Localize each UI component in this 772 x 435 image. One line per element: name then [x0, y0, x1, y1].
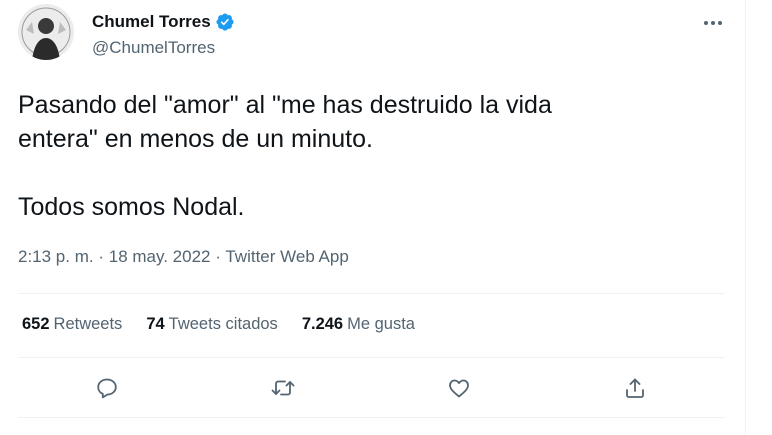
quote-tweets-count: 74	[146, 315, 165, 333]
divider	[18, 357, 725, 358]
likes-count: 7.246	[301, 315, 344, 333]
retweets-label: Retweets	[53, 315, 123, 333]
handle[interactable]: @ChumelTorres	[92, 38, 215, 58]
quote-tweets-stat[interactable]: 74 Tweets citados	[146, 315, 278, 334]
divider	[18, 293, 725, 294]
likes-stat[interactable]: 7.246 Me gusta	[302, 315, 415, 334]
likes-label: Me gusta	[347, 315, 415, 333]
tweet-date[interactable]: 18 may. 2022	[109, 247, 211, 266]
like-button[interactable]	[444, 373, 474, 403]
share-button[interactable]	[620, 373, 650, 403]
retweet-button[interactable]	[268, 373, 298, 403]
more-options-button[interactable]	[698, 8, 728, 38]
retweets-count: 652	[22, 315, 50, 333]
avatar-image	[18, 4, 74, 60]
like-icon	[449, 379, 469, 398]
verified-badge-icon	[216, 13, 234, 31]
reply-button[interactable]	[92, 373, 122, 403]
retweet-icon	[271, 380, 295, 396]
tweet-text: Pasando del "amor" al "me has destruido …	[18, 91, 552, 221]
retweets-stat[interactable]: 652 Retweets	[22, 315, 122, 334]
engagement-stats: 652 Retweets 74 Tweets citados 7.246 Me …	[22, 315, 439, 334]
display-name[interactable]: Chumel Torres	[92, 12, 211, 32]
more-icon	[704, 21, 722, 25]
divider	[18, 417, 725, 418]
tweet-actions	[0, 373, 745, 403]
share-icon	[626, 378, 644, 398]
quote-tweets-label: Tweets citados	[168, 315, 278, 333]
avatar[interactable]	[18, 4, 74, 60]
column-border	[745, 0, 746, 435]
tweet-meta: 2:13 p. m. · 18 may. 2022 · Twitter Web …	[18, 247, 349, 267]
tweet-time[interactable]: 2:13 p. m.	[18, 247, 94, 266]
tweet-source[interactable]: Twitter Web App	[225, 247, 348, 266]
author-name-row: Chumel Torres	[92, 12, 235, 32]
meta-separator: ·	[215, 247, 221, 266]
reply-icon	[97, 378, 117, 399]
meta-separator: ·	[98, 247, 105, 266]
